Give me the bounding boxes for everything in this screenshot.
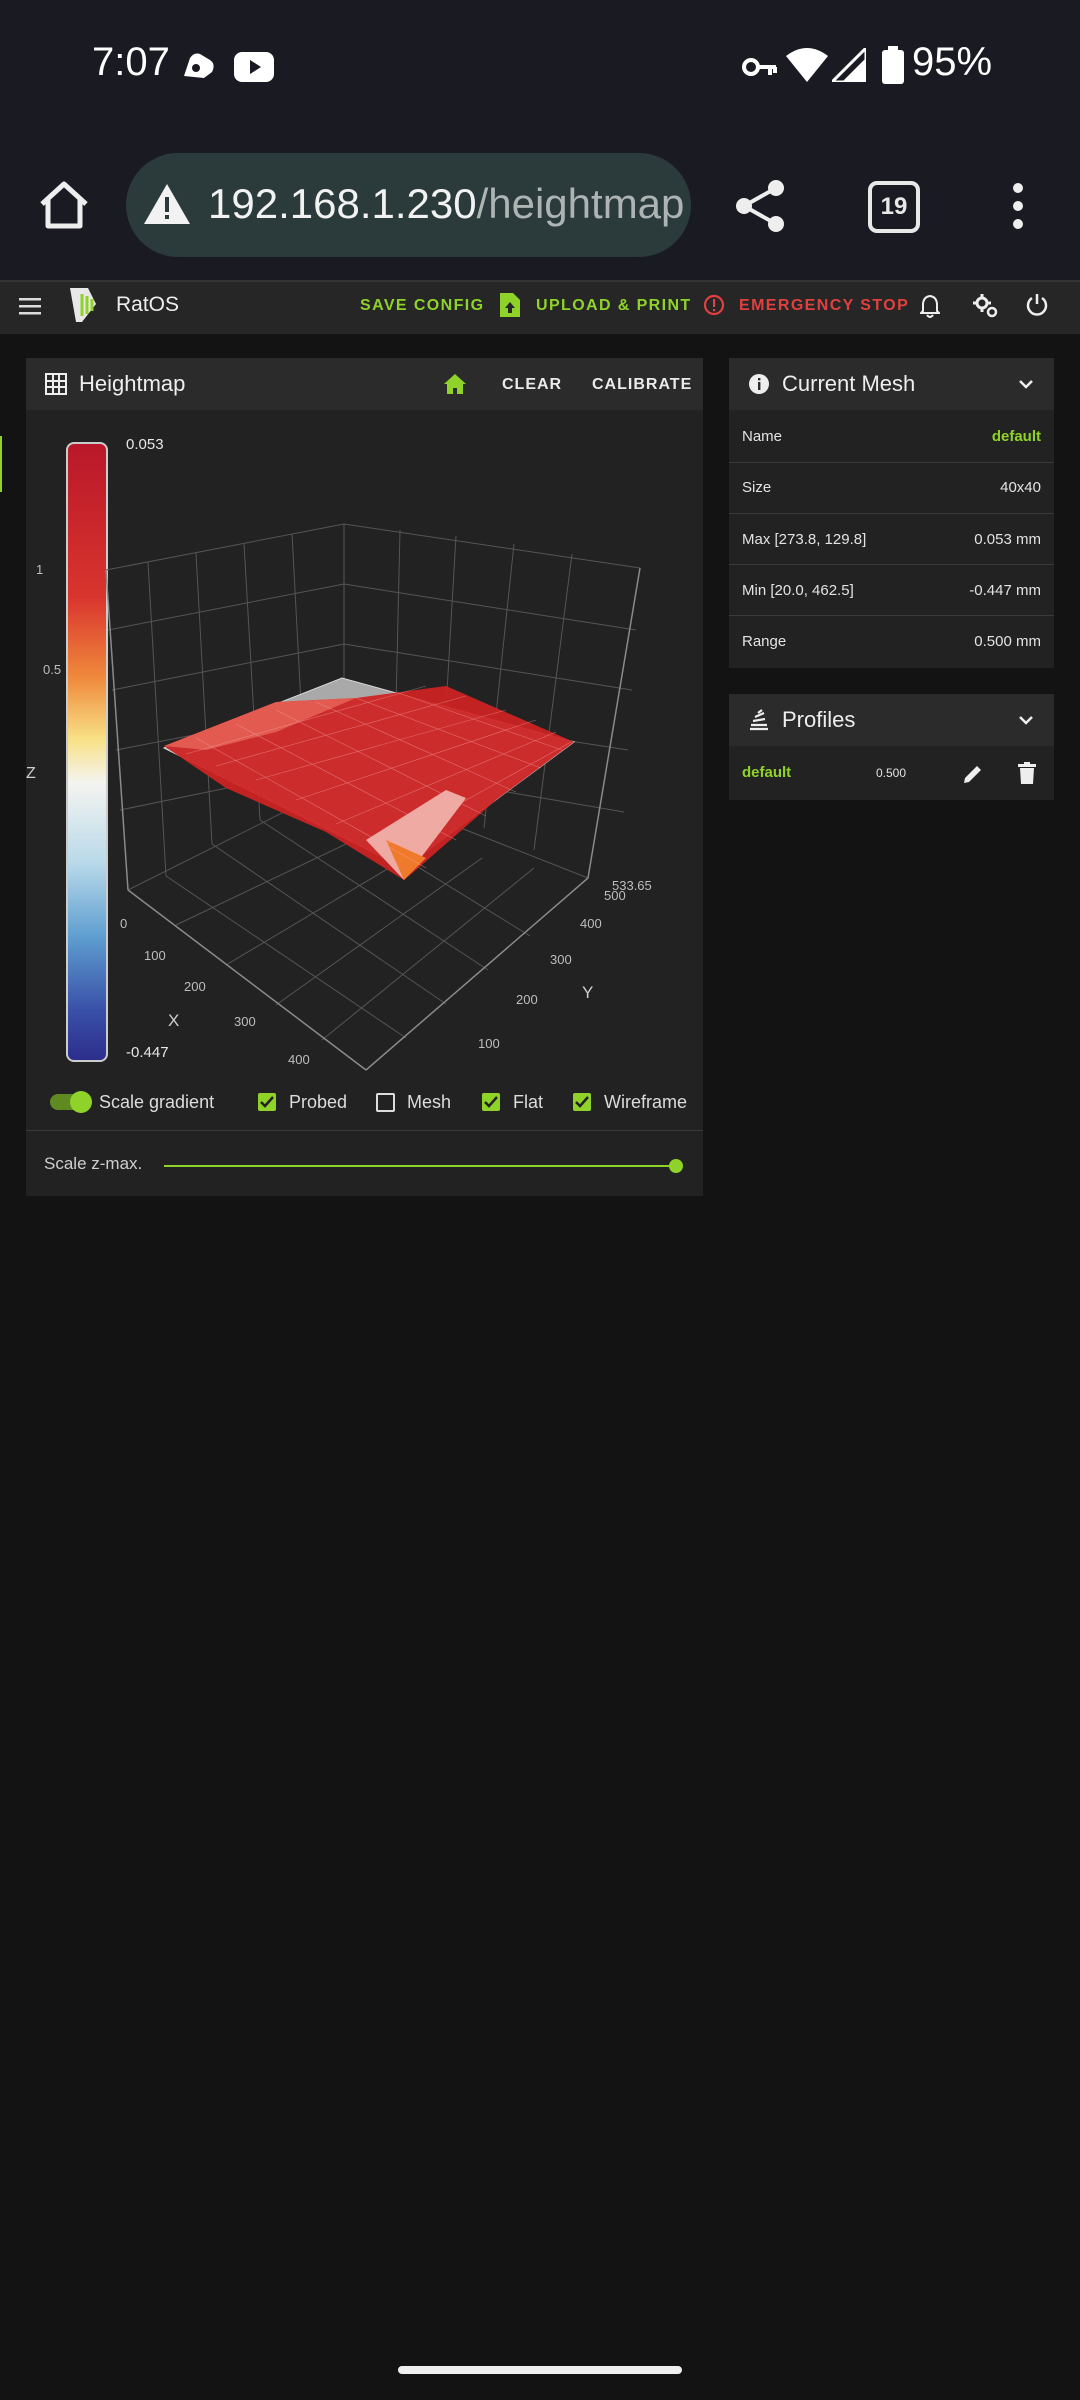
scale-zmax-slider-thumb[interactable] [669, 1159, 683, 1173]
mesh-row-label: Range [742, 633, 787, 650]
not-secure-warning-icon[interactable] [142, 182, 192, 231]
profiles-title: Profiles [782, 707, 856, 732]
assistant-icon [180, 50, 218, 87]
youtube-icon [234, 52, 274, 87]
notifications-bell-icon[interactable] [918, 294, 942, 323]
battery-icon [882, 46, 904, 89]
delete-trash-icon[interactable] [1018, 762, 1036, 789]
current-mesh-title: Current Mesh [782, 371, 916, 396]
home-gesture-bar[interactable] [398, 2366, 682, 2374]
ratos-logo-icon [66, 286, 104, 329]
mesh-row-value: default [991, 428, 1041, 445]
home-icon[interactable] [38, 180, 90, 235]
profile-name[interactable]: default [742, 764, 791, 781]
scale-gradient-toggle-knob[interactable] [70, 1091, 92, 1113]
x-tick-0: 0 [120, 916, 127, 931]
grid-icon [45, 373, 67, 400]
y-tick-200: 200 [516, 992, 538, 1007]
flat-checkbox[interactable] [482, 1093, 500, 1111]
mesh-row-label: Name [742, 428, 783, 445]
battery-percentage: 95% [912, 40, 993, 84]
flat-label: Flat [513, 1092, 544, 1112]
nav-drawer-edge [0, 436, 2, 492]
heightmap-title: Heightmap [79, 371, 186, 396]
mesh-surface [164, 686, 574, 880]
upload-print-button[interactable]: UPLOAD & PRINT [536, 297, 692, 315]
mesh-row-value: -0.447 mm [969, 582, 1041, 599]
browser-menu-icon[interactable] [1012, 182, 1024, 235]
x-tick-400: 400 [288, 1052, 310, 1067]
alert-circle-icon [703, 294, 725, 321]
scale-zmax-slider-track[interactable] [164, 1165, 676, 1167]
vpn-key-icon [742, 54, 778, 85]
z-axis-label: Z [26, 765, 36, 782]
mesh-checkbox[interactable] [376, 1093, 395, 1112]
wifi-icon [786, 48, 828, 87]
edit-pencil-icon[interactable] [962, 763, 984, 790]
y-tick-100: 100 [478, 1036, 500, 1051]
mesh-row-value: 40x40 [1000, 479, 1041, 496]
status-time: 7:07 [92, 40, 170, 84]
app-title: RatOS [116, 293, 180, 316]
clear-button[interactable]: CLEAR [502, 376, 562, 394]
z-tick-1: 1 [36, 562, 43, 577]
y-tick-400: 400 [580, 916, 602, 931]
emergency-stop-button[interactable]: EMERGENCY STOP [739, 297, 909, 315]
chevron-down-icon[interactable] [1018, 713, 1034, 731]
y-tick-300: 300 [550, 952, 572, 967]
mesh-row-label: Size [742, 479, 772, 496]
mesh-label: Mesh [407, 1092, 452, 1112]
profiles-header[interactable] [729, 694, 1054, 746]
url-path: /heightmap [476, 180, 685, 227]
menu-icon[interactable] [19, 297, 41, 320]
mesh-row-label: Min [20.0, 462.5] [742, 582, 854, 599]
heightmap-3d-plot[interactable]: 1 0.5 Z 0 100 200 300 400 X 100 200 300 … [26, 420, 703, 1080]
settings-gears-icon[interactable] [973, 293, 999, 324]
probed-label: Probed [289, 1092, 348, 1112]
y-axis-label: Y [582, 983, 593, 1002]
layers-stack-icon [747, 708, 771, 737]
wireframe-label: Wireframe [604, 1092, 688, 1112]
profile-range: 0.500 [876, 766, 907, 780]
home-view-icon[interactable] [443, 373, 467, 400]
signal-icon [828, 44, 868, 87]
upload-file-icon [500, 293, 520, 322]
x-tick-200: 200 [184, 979, 206, 994]
power-icon[interactable] [1025, 293, 1049, 322]
info-icon [748, 373, 770, 400]
chevron-down-icon[interactable] [1018, 377, 1034, 395]
x-tick-300: 300 [234, 1014, 256, 1029]
divider [26, 1130, 703, 1131]
y-tick-max: 533.65 [612, 878, 652, 893]
save-config-button[interactable]: SAVE CONFIG [360, 297, 484, 315]
share-icon[interactable] [732, 178, 788, 239]
x-axis-label: X [168, 1011, 179, 1030]
z-tick-0.5: 0.5 [43, 662, 61, 677]
probed-checkbox[interactable] [258, 1093, 276, 1111]
scale-gradient-label: Scale gradient [99, 1092, 215, 1112]
wireframe-checkbox[interactable] [573, 1093, 591, 1111]
mesh-row-value: 0.053 mm [974, 531, 1041, 548]
calibrate-button[interactable]: CALIBRATE [592, 376, 692, 394]
scale-zmax-label: Scale z-max. [44, 1154, 143, 1173]
tab-switcher-button[interactable]: 19 [868, 181, 920, 233]
url-text[interactable]: 192.168.1.230/heightmap [208, 180, 684, 228]
mesh-row-value: 0.500 mm [974, 633, 1041, 650]
mesh-row-label: Max [273.8, 129.8] [742, 531, 867, 548]
url-host: 192.168.1.230 [208, 180, 477, 227]
x-tick-100: 100 [144, 948, 166, 963]
